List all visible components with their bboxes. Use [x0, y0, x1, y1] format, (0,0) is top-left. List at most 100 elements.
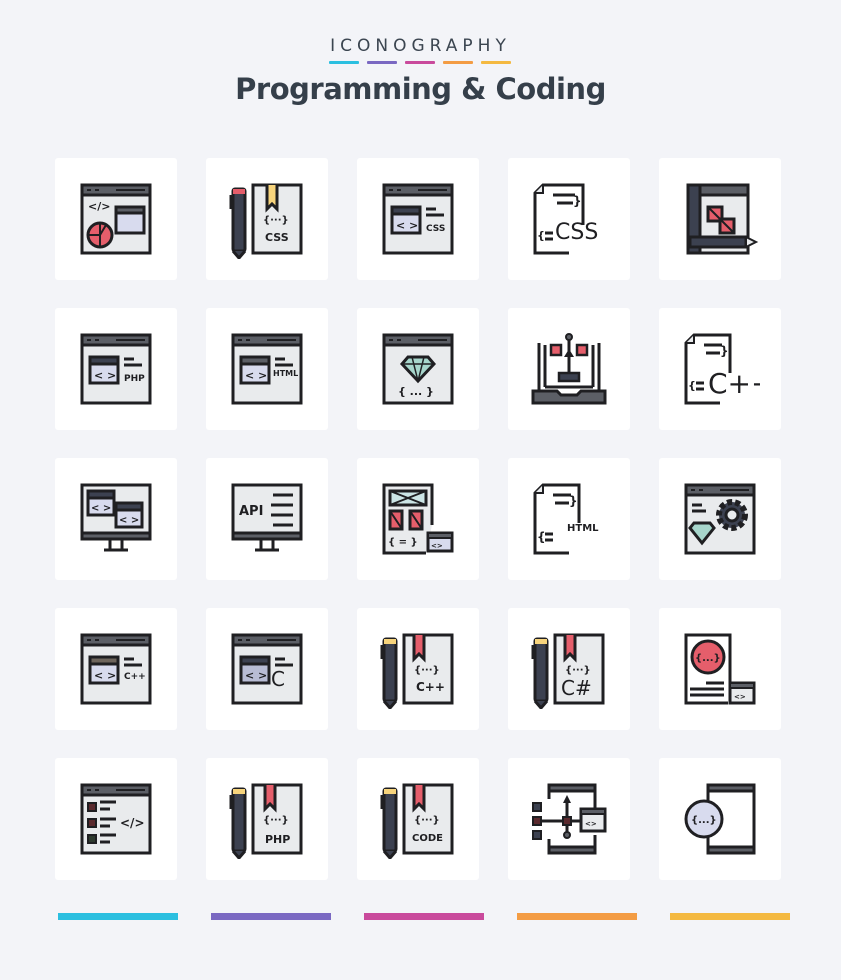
svg-text:{...}: {...} — [691, 815, 717, 826]
svg-text:< >: < > — [94, 669, 116, 682]
svg-text:API: API — [239, 504, 263, 519]
icon-tile[interactable] — [659, 158, 781, 280]
laptop-flowchart-icon — [531, 333, 607, 405]
svg-text:{···}: {···} — [414, 815, 440, 826]
svg-text:PHP: PHP — [124, 374, 145, 384]
csharp-book-pencil-icon: {···} C# — [531, 633, 605, 709]
icon-tile[interactable]: {···} CODE — [357, 758, 479, 880]
svg-text:C++: C++ — [416, 680, 445, 694]
icon-tile[interactable]: <> — [508, 758, 630, 880]
icon-tile[interactable]: { = } <> — [357, 458, 479, 580]
svg-text:{: { — [688, 379, 696, 392]
svg-text:< >: < > — [119, 515, 139, 526]
svg-text:<>: <> — [734, 693, 746, 701]
svg-text:CSS: CSS — [555, 220, 598, 245]
icon-tile[interactable]: {...} <> — [659, 608, 781, 730]
icon-tile[interactable]: {···} PHP — [206, 758, 328, 880]
wireframe-code-icon: { = } <> — [382, 483, 454, 555]
php-book-pencil-icon: {···} PHP — [229, 783, 303, 859]
svg-text:}: } — [573, 194, 582, 208]
cpp-book-pencil-icon: {···} C++ — [380, 633, 454, 709]
browser-diamond-gear-icon — [684, 483, 756, 555]
browser-php-icon: < > PHP — [80, 333, 152, 405]
mobile-flowchart-icon: <> — [532, 783, 607, 855]
icon-tile[interactable] — [508, 308, 630, 430]
svg-text:{: { — [537, 229, 545, 242]
svg-text:}: } — [720, 344, 729, 358]
svg-text:{ ... }: { ... } — [398, 385, 434, 398]
brand-bar-purple — [367, 61, 397, 64]
svg-text:HTML: HTML — [567, 523, 599, 534]
mobile-code-icon: {...} — [684, 783, 756, 855]
brand-name: ICONOGRAPHY — [330, 36, 511, 56]
footer-bar-purple — [211, 913, 331, 920]
web-analytics-code-icon: </> — [80, 183, 152, 255]
design-window-pencil-icon — [686, 183, 759, 255]
code-document-icon: {...} <> — [684, 633, 756, 705]
svg-text:CODE: CODE — [412, 833, 443, 844]
icon-tile[interactable]: < > C — [206, 608, 328, 730]
svg-text:< >: < > — [94, 369, 116, 382]
icon-tile[interactable]: < > < > — [55, 458, 177, 580]
footer-bar-yellow — [670, 913, 790, 920]
svg-text:< >: < > — [396, 219, 418, 232]
icon-tile[interactable]: </> — [55, 758, 177, 880]
css-book-pencil-icon: {···} CSS — [229, 183, 303, 259]
icon-tile[interactable]: {···} C# — [508, 608, 630, 730]
svg-text:C++: C++ — [124, 672, 146, 682]
svg-text:C++: C++ — [708, 367, 760, 400]
browser-diamond-code-icon: { ... } — [382, 333, 454, 405]
svg-text:C#: C# — [561, 676, 592, 700]
svg-text:{···}: {···} — [263, 815, 289, 826]
icon-tile[interactable]: </> — [55, 158, 177, 280]
icon-tile[interactable]: {···} CSS — [206, 158, 328, 280]
html-file-icon: } { HTML — [533, 483, 599, 555]
svg-text:HTML: HTML — [273, 369, 298, 378]
code-book-pencil-icon: {···} CODE — [380, 783, 454, 859]
svg-text:</>: </> — [88, 200, 110, 213]
svg-text:<>: <> — [585, 820, 597, 828]
icon-tile[interactable]: { ... } — [357, 308, 479, 430]
browser-css-icon: < > CSS — [382, 183, 454, 255]
browser-c-icon: < > C — [231, 633, 303, 705]
svg-text:< >: < > — [245, 669, 267, 682]
svg-text:PHP: PHP — [265, 833, 290, 846]
footer-color-bars — [58, 913, 790, 920]
svg-text:<>: <> — [431, 542, 443, 550]
brand-bar-magenta — [405, 61, 435, 64]
icon-tile[interactable]: < > PHP — [55, 308, 177, 430]
icon-tile[interactable]: API — [206, 458, 328, 580]
icon-tile[interactable]: {...} — [659, 758, 781, 880]
svg-text:CSS: CSS — [265, 231, 289, 244]
brand-bar-orange — [443, 61, 473, 64]
browser-html-icon: < > HTML — [231, 333, 303, 405]
svg-text:{ = }: { = } — [388, 537, 418, 548]
svg-text:{···}: {···} — [263, 215, 289, 226]
browser-list-code-icon: </> — [80, 783, 152, 855]
svg-text:CSS: CSS — [426, 224, 445, 234]
icon-tile[interactable]: < > HTML — [206, 308, 328, 430]
monitor-code-windows-icon: < > < > — [80, 483, 152, 552]
icon-grid: </> {···} CSS < > CSS} {CSS < > PHP < … — [55, 158, 781, 880]
css-file-icon: } { CSS — [533, 183, 598, 255]
icon-tile[interactable]: {···} C++ — [357, 608, 479, 730]
brand-bar-cyan — [329, 61, 359, 64]
svg-text:C: C — [271, 667, 285, 691]
footer-bar-magenta — [364, 913, 484, 920]
svg-text:</>: </> — [120, 816, 145, 830]
brand-color-bars — [329, 61, 511, 64]
page-title: Programming & Coding — [235, 72, 606, 106]
footer-bar-cyan — [58, 913, 178, 920]
footer-bar-orange — [517, 913, 637, 920]
svg-text:< >: < > — [91, 503, 111, 514]
monitor-api-icon: API — [231, 483, 303, 552]
svg-text:}: } — [569, 494, 578, 508]
icon-tile[interactable] — [659, 458, 781, 580]
icon-tile[interactable]: } { HTML — [508, 458, 630, 580]
icon-tile[interactable]: < > CSS — [357, 158, 479, 280]
svg-text:{···}: {···} — [414, 665, 440, 676]
icon-tile[interactable]: } { C++ — [659, 308, 781, 430]
icon-tile[interactable]: < > C++ — [55, 608, 177, 730]
brand-bar-yellow — [481, 61, 511, 64]
icon-tile[interactable]: } { CSS — [508, 158, 630, 280]
